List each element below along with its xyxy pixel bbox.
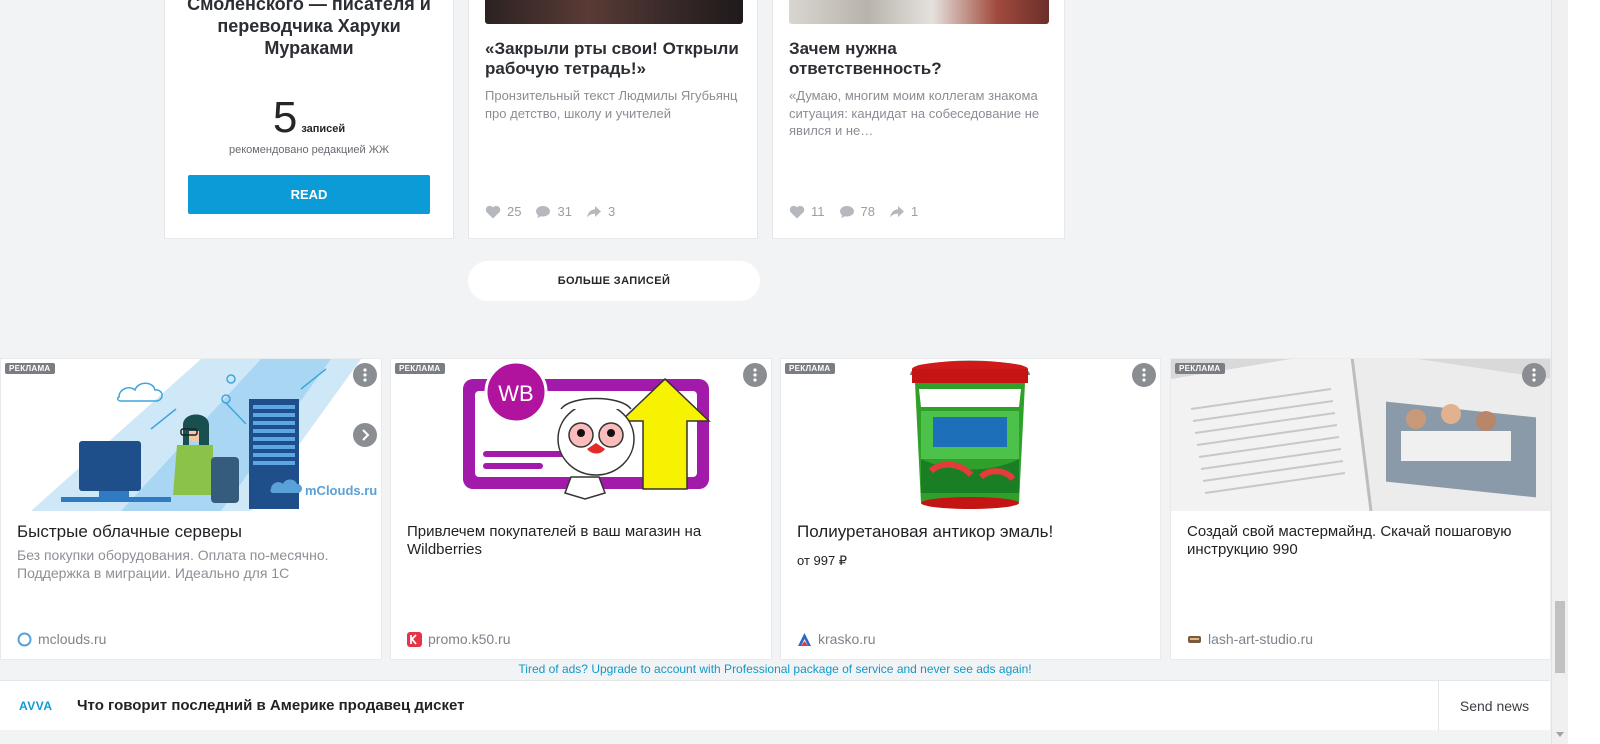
post-title[interactable]: Зачем нужна ответственность? <box>789 39 1048 79</box>
wb-logo-text: WB <box>498 381 533 406</box>
k50-favicon-icon <box>407 631 422 647</box>
comments-count: 31 <box>557 204 572 219</box>
wildberries-illustration: WB <box>391 359 771 511</box>
ad-domain-text: mclouds.ru <box>38 631 107 647</box>
ad-domain-text: promo.k50.ru <box>428 631 511 647</box>
ad-image[interactable] <box>1171 359 1550 511</box>
comment-icon <box>839 205 854 218</box>
ad-label: РЕКЛАМА <box>785 363 835 374</box>
ad-menu-button[interactable] <box>743 363 767 387</box>
scroll-down-arrow-icon[interactable] <box>1556 732 1564 737</box>
shares-stat[interactable]: 3 <box>586 204 615 219</box>
post-stats: 11 78 1 <box>789 204 918 219</box>
open-book-image <box>1171 359 1550 511</box>
comments-count: 78 <box>860 204 875 219</box>
post-excerpt: Пронзительный текст Людмилы Ягубьянц про… <box>485 88 738 121</box>
paint-bucket-image <box>781 359 1160 511</box>
likes-count: 25 <box>507 204 522 219</box>
entry-count-label: записей <box>301 123 346 135</box>
shares-count: 1 <box>910 204 919 219</box>
ad-card[interactable]: РЕКЛАМА Полиуретановая антикор эмаль! от… <box>780 358 1161 660</box>
ad-menu-button[interactable] <box>1132 363 1156 387</box>
ad-menu-button[interactable] <box>353 363 377 387</box>
page-scrollbar[interactable] <box>1551 0 1568 744</box>
likes-count: 11 <box>811 204 825 219</box>
recommended-note: рекомендовано редакцией ЖЖ <box>228 144 390 156</box>
lash-art-favicon-icon <box>1188 635 1201 643</box>
ad-card[interactable]: РЕКЛАМА Создай свой мастермайнд. Скачай … <box>1170 358 1551 660</box>
share-icon <box>586 205 601 217</box>
carousel-next-button[interactable] <box>353 423 377 447</box>
cloud-servers-illustration: mClouds.ru <box>1 359 381 511</box>
more-vertical-icon <box>1142 368 1146 382</box>
ad-description: Без покупки оборудования. Оплата по-меся… <box>17 547 329 581</box>
ad-image[interactable]: mClouds.ru <box>1 359 381 511</box>
chevron-right-icon <box>362 429 370 441</box>
upgrade-ads-link[interactable]: Tired of ads? Upgrade to account with Pr… <box>0 662 1550 676</box>
ad-title[interactable]: Создай свой мастермайнд. Скачай пошагову… <box>1187 523 1534 559</box>
post-excerpt: «Думаю, многим моим коллегам знакома сит… <box>789 88 1040 138</box>
ad-title[interactable]: Быстрые облачные серверы <box>17 522 365 542</box>
post-card[interactable]: Зачем нужна ответственность? «Думаю, мно… <box>772 0 1065 239</box>
ad-title[interactable]: Полиуретановая антикор эмаль! <box>797 522 1144 542</box>
ad-domain[interactable]: promo.k50.ru <box>407 631 510 647</box>
post-title[interactable]: «Закрыли рты свои! Открыли рабочую тетра… <box>485 39 741 79</box>
heart-icon <box>789 205 805 218</box>
shares-count: 3 <box>607 204 616 219</box>
ad-card[interactable]: WB РЕКЛАМА Привлечем покупателей в ваш м… <box>390 358 772 660</box>
ad-domain-text: krasko.ru <box>818 631 876 647</box>
ad-label: РЕКЛАМА <box>5 363 55 374</box>
ad-price: от 997 ₽ <box>797 553 848 568</box>
window-margin <box>1568 0 1600 744</box>
send-news-button[interactable]: Send news <box>1438 681 1550 731</box>
ad-card[interactable]: mClouds.ru РЕКЛАМА Быстрые облачные серв… <box>0 358 382 660</box>
post-card[interactable]: «Закрыли рты свои! Открыли рабочую тетра… <box>468 0 758 239</box>
krasko-favicon-icon <box>798 632 811 646</box>
more-posts-button[interactable]: БОЛЬШЕ ЗАПИСЕЙ <box>468 261 760 301</box>
read-button[interactable]: READ <box>188 175 430 214</box>
likes-stat[interactable]: 11 <box>789 204 825 219</box>
scrollbar-thumb[interactable] <box>1555 601 1565 673</box>
comments-stat[interactable]: 78 <box>839 204 875 219</box>
post-image[interactable] <box>485 0 743 24</box>
svg-text:mClouds.ru: mClouds.ru <box>305 483 377 498</box>
ad-label: РЕКЛАМА <box>395 363 445 374</box>
news-source-brand[interactable]: AVVA <box>19 699 53 713</box>
mclouds-favicon-icon <box>17 632 32 646</box>
ad-label: РЕКЛАМА <box>1175 363 1225 374</box>
ad-domain-text: lash-art-studio.ru <box>1208 631 1314 647</box>
ad-domain[interactable]: krasko.ru <box>797 631 876 647</box>
more-vertical-icon <box>363 368 367 382</box>
more-vertical-icon <box>753 368 757 382</box>
blog-entry-count: 5 записей <box>165 96 453 140</box>
share-icon <box>889 205 904 217</box>
shares-stat[interactable]: 1 <box>889 204 918 219</box>
ad-menu-button[interactable] <box>1522 363 1546 387</box>
likes-stat[interactable]: 25 <box>485 204 521 219</box>
news-headline[interactable]: Что говорит последний в Америке продавец… <box>77 697 465 714</box>
comment-icon <box>536 205 551 218</box>
heart-icon <box>485 205 501 218</box>
ad-domain[interactable]: lash-art-studio.ru <box>1187 631 1313 647</box>
ad-title[interactable]: Привлечем покупателей в ваш магазин на W… <box>407 523 755 559</box>
ad-image[interactable] <box>781 359 1160 511</box>
ad-image[interactable]: WB <box>391 359 771 511</box>
post-stats: 25 31 3 <box>485 204 615 219</box>
blog-card: Смоленского — писателя и переводчика Хар… <box>164 0 454 239</box>
news-ticker-bar: AVVA Что говорит последний в Америке про… <box>0 680 1550 731</box>
post-image[interactable] <box>789 0 1049 24</box>
comments-stat[interactable]: 31 <box>535 204 572 219</box>
entry-count-number: 5 <box>272 93 298 142</box>
more-vertical-icon <box>1532 368 1536 382</box>
blog-title[interactable]: Смоленского — писателя и переводчика Хар… <box>165 0 453 59</box>
ad-domain[interactable]: mclouds.ru <box>17 631 106 647</box>
